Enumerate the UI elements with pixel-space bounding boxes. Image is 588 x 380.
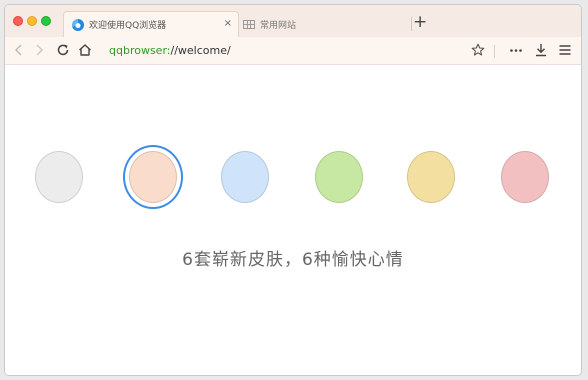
skin-swatch-green[interactable] [315, 151, 363, 203]
toolbar: qqbrowser://welcome/ [5, 37, 581, 65]
tab-common-sites[interactable]: 常用网站 [241, 11, 411, 37]
skin-swatch-gray[interactable] [35, 151, 83, 203]
url-path: //welcome/ [170, 44, 231, 57]
new-tab-button[interactable]: + [413, 12, 427, 32]
tab-divider [411, 17, 412, 31]
tab-title: 常用网站 [260, 20, 297, 31]
back-icon[interactable] [11, 42, 27, 58]
address-bar[interactable]: qqbrowser://welcome/ [109, 44, 231, 58]
skin-swatch-blue[interactable] [221, 151, 269, 203]
skin-swatch-pink[interactable] [501, 151, 549, 203]
tab-title: 欢迎使用QQ浏览器 [89, 21, 167, 31]
welcome-page: 6套崭新皮肤，6种愉快心情 [5, 65, 581, 375]
tab-welcome[interactable]: 欢迎使用QQ浏览器 × [63, 11, 239, 37]
tab-strip: 欢迎使用QQ浏览器 × 常用网站 + [5, 5, 581, 38]
browser-window: 欢迎使用QQ浏览器 × 常用网站 + qqbrowser://welcome/ … [4, 4, 582, 376]
toolbar-divider [494, 45, 495, 58]
skin-tagline: 6套崭新皮肤，6种愉快心情 [182, 250, 404, 270]
menu-icon[interactable] [557, 42, 573, 58]
window-maximize-button[interactable] [41, 16, 51, 26]
forward-icon[interactable] [31, 42, 47, 58]
more-icon[interactable] [508, 42, 524, 58]
star-icon[interactable] [470, 42, 486, 58]
skin-swatch-peach[interactable] [129, 151, 177, 203]
home-icon[interactable] [77, 42, 93, 58]
qq-browser-icon [72, 18, 84, 31]
tab-close-button[interactable]: × [224, 18, 232, 30]
reload-icon[interactable] [55, 42, 71, 58]
window-close-button[interactable] [13, 16, 23, 26]
url-scheme: qqbrowser: [109, 44, 171, 57]
window-minimize-button[interactable] [27, 16, 37, 26]
skin-swatch-yellow[interactable] [407, 151, 455, 203]
grid-icon [243, 19, 255, 29]
download-icon[interactable] [533, 42, 549, 58]
